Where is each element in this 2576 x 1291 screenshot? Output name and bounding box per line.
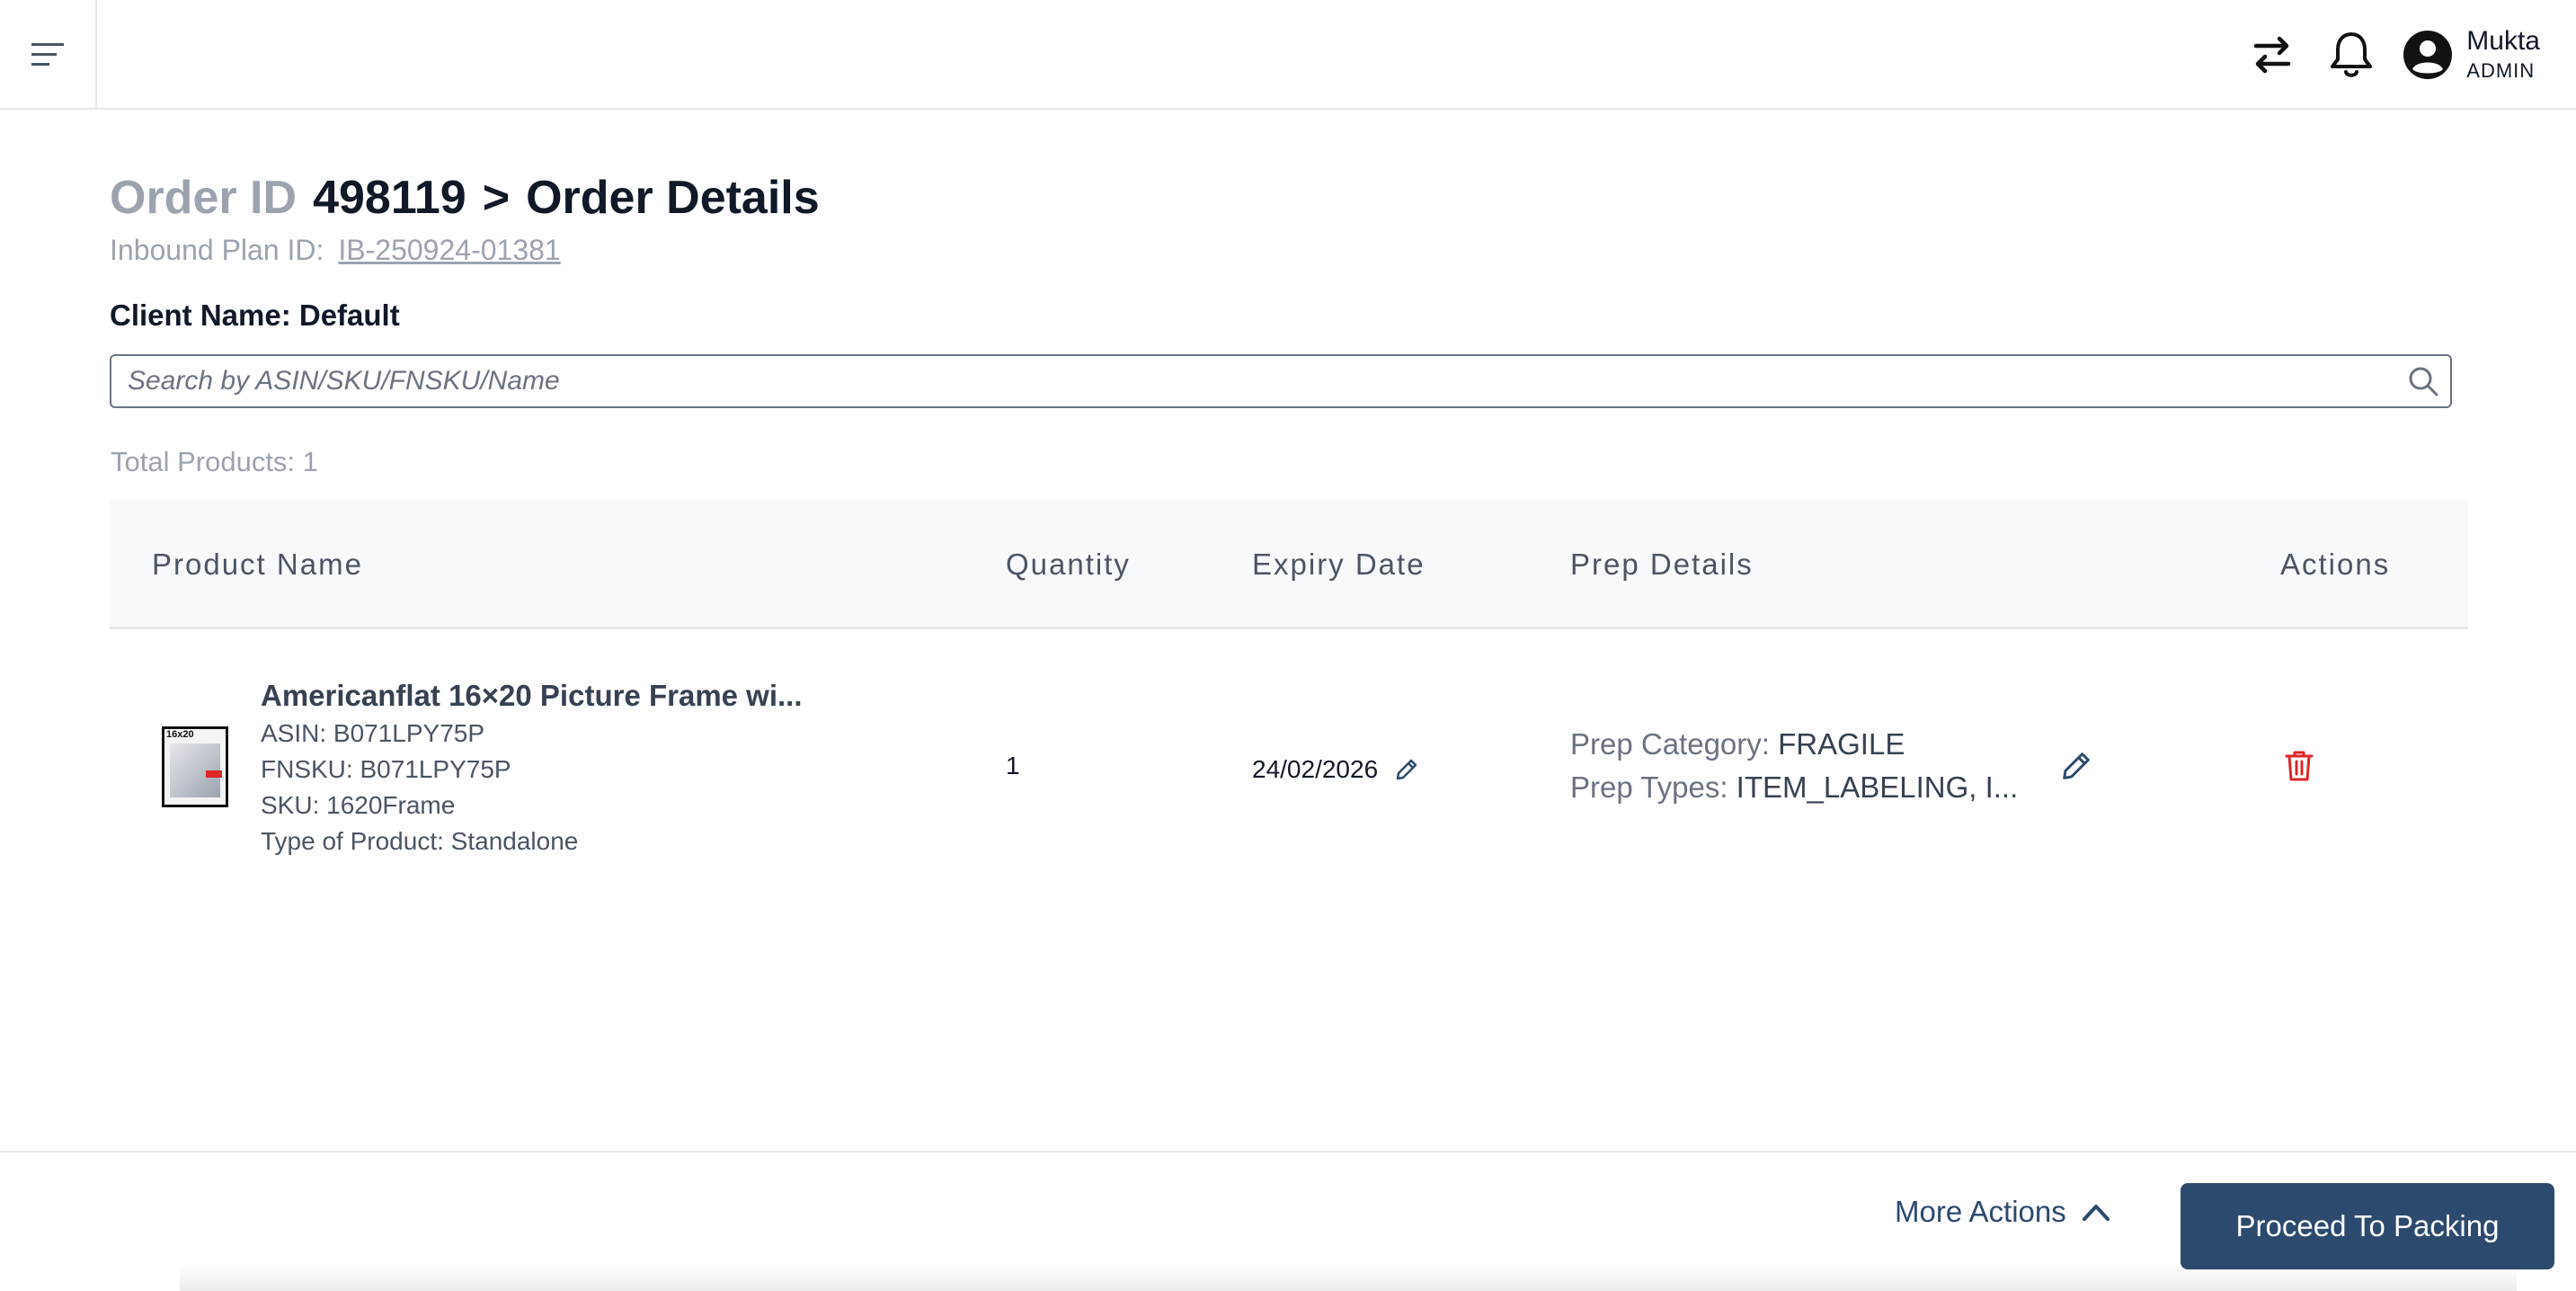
prep-types-value: ITEM_LABELING, I... — [1736, 770, 2019, 804]
footer-shadow — [180, 1264, 2517, 1291]
prep-types-label: Prep Types: — [1570, 770, 1728, 804]
inbound-plan-label: Inbound Plan ID: — [110, 234, 324, 266]
breadcrumb-separator: > — [482, 172, 511, 224]
total-products: Total Products: 1 — [111, 446, 318, 477]
footer-bar: More Actions Proceed To Packing — [0, 1151, 2576, 1291]
pencil-icon — [1396, 759, 1417, 780]
column-header-product-name: Product Name — [152, 548, 363, 581]
delete-product-button[interactable] — [2278, 744, 2321, 788]
chevron-up-icon — [2082, 1205, 2110, 1221]
order-id-value: 498119 — [313, 172, 466, 224]
product-type: Type of Product: Standalone — [261, 827, 579, 855]
menu-button[interactable] — [0, 0, 97, 110]
proceed-to-packing-button[interactable]: Proceed To Packing — [2181, 1183, 2554, 1269]
bell-icon — [2331, 32, 2373, 77]
thumbnail-label: 16x20 — [166, 729, 194, 740]
prep-category: Prep Category: FRAGILE — [1570, 723, 2018, 766]
top-bar-actions: Mukta ADMIN — [2222, 0, 2540, 110]
hamburger-menu-icon — [31, 43, 64, 66]
expiry-date-value: 24/02/2026 — [1252, 755, 1379, 783]
prep-types: Prep Types: ITEM_LABELING, I... — [1570, 766, 2018, 809]
product-quantity: 1 — [1006, 752, 1020, 779]
product-thumbnail: 16x20 — [162, 726, 228, 807]
more-actions-label: More Actions — [1895, 1195, 2066, 1228]
search-icon — [2409, 367, 2438, 396]
thumbnail-accent — [206, 770, 222, 778]
product-info: Americanflat 16×20 Picture Frame wi... A… — [261, 676, 803, 859]
column-header-prep-details: Prep Details — [1570, 548, 1754, 581]
table-row: 16x20 Americanflat 16×20 Picture Frame w… — [110, 631, 2468, 901]
edit-prep-button[interactable] — [2055, 744, 2098, 788]
inbound-plan-link[interactable]: IB-250924-01381 — [338, 234, 560, 267]
pencil-icon — [2063, 752, 2090, 779]
notifications-button[interactable] — [2323, 26, 2380, 84]
user-info: Mukta ADMIN — [2466, 25, 2540, 85]
more-actions-button[interactable]: More Actions — [1895, 1187, 2111, 1237]
page-title: Order ID 498119 > Order Details — [110, 171, 820, 225]
order-id-label: Order ID — [110, 172, 298, 224]
search-bar — [110, 354, 2452, 408]
column-header-expiry-date: Expiry Date — [1252, 548, 1426, 581]
expiry-date-cell: 24/02/2026 — [1252, 752, 1425, 788]
edit-expiry-button[interactable] — [1389, 752, 1425, 788]
switch-button[interactable] — [2243, 26, 2301, 84]
product-asin: ASIN: B071LPY75P — [261, 719, 485, 747]
prep-category-value: FRAGILE — [1778, 727, 1905, 761]
prep-details: Prep Category: FRAGILE Prep Types: ITEM_… — [1570, 723, 2018, 809]
user-role: ADMIN — [2466, 59, 2536, 82]
product-name: Americanflat 16×20 Picture Frame wi... — [261, 679, 803, 712]
column-header-actions: Actions — [2280, 548, 2391, 581]
swap-arrows-icon — [2254, 36, 2291, 74]
search-button[interactable] — [2396, 356, 2450, 406]
column-header-quantity: Quantity — [1006, 548, 1131, 581]
prep-category-label: Prep Category: — [1570, 727, 1770, 761]
inbound-plan: Inbound Plan ID: IB-250924-01381 — [110, 234, 561, 267]
trash-icon — [2285, 751, 2314, 781]
account-circle-icon — [2403, 31, 2453, 79]
breadcrumb-current: Order Details — [526, 172, 820, 224]
user-name: Mukta — [2466, 26, 2540, 56]
search-input[interactable] — [111, 356, 2396, 406]
client-name: Client Name: Default — [110, 298, 400, 332]
product-fnsku: FNSKU: B071LPY75P — [261, 755, 511, 783]
table-header: Product Name Quantity Expiry Date Prep D… — [110, 500, 2468, 629]
top-bar: Mukta ADMIN — [0, 0, 2576, 110]
user-menu[interactable]: Mukta ADMIN — [2402, 25, 2540, 85]
product-sku: SKU: 1620Frame — [261, 791, 456, 819]
